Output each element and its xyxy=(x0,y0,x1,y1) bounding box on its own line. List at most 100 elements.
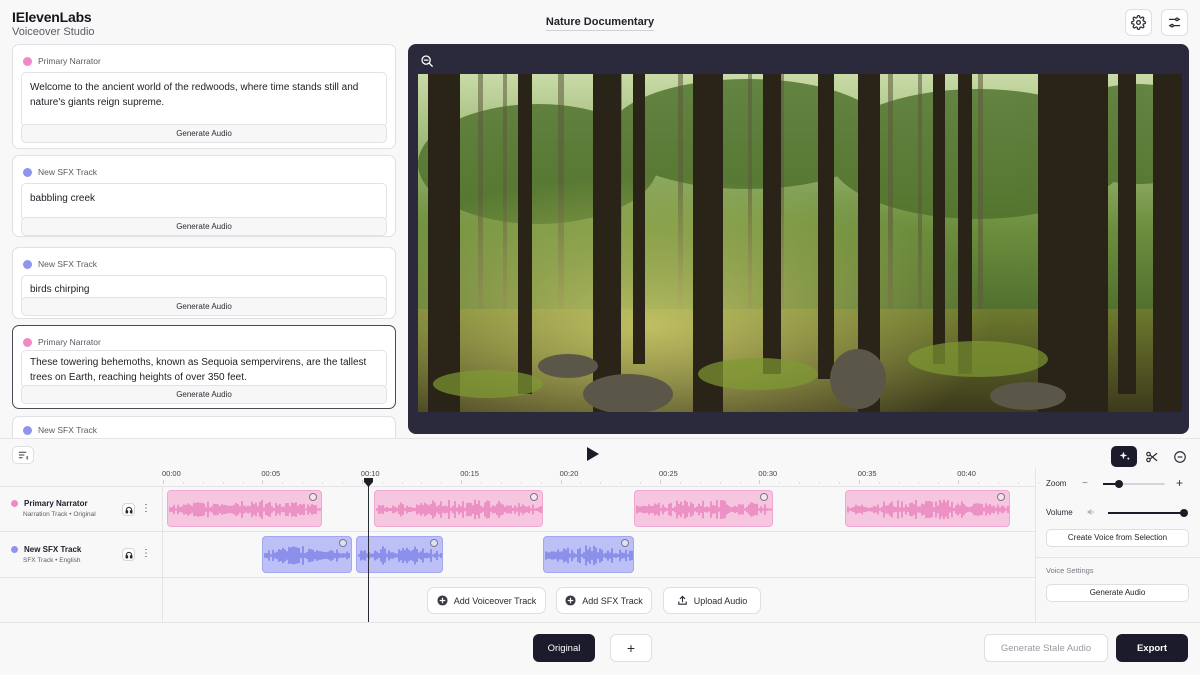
waveform xyxy=(847,499,1009,520)
track-header-narrator[interactable]: Primary Narrator Narration Track • Origi… xyxy=(11,499,96,518)
add-voiceover-label: Add Voiceover Track xyxy=(453,595,537,606)
script-text-field[interactable]: babbling creek xyxy=(21,183,387,221)
divider xyxy=(1035,557,1200,558)
volume-slider[interactable] xyxy=(1108,509,1188,517)
time-minor-tick xyxy=(520,482,522,484)
zoom-slider[interactable] xyxy=(1103,480,1165,488)
cut-tool-button[interactable] xyxy=(1139,446,1165,467)
track-header-sfx[interactable]: New SFX Track SFX Track • English xyxy=(11,545,81,564)
headphones-button[interactable] xyxy=(122,503,135,516)
generate-audio-button[interactable]: Generate Audio xyxy=(21,217,387,236)
play-button[interactable] xyxy=(585,446,600,467)
clip-refresh-icon[interactable] xyxy=(309,493,318,501)
time-tick-mark xyxy=(361,480,363,484)
track-color-dot xyxy=(23,337,32,347)
narrator-audio-clip[interactable] xyxy=(167,490,323,527)
mix-button[interactable] xyxy=(1161,9,1188,36)
add-version-button[interactable]: + xyxy=(610,634,652,662)
time-minor-tick xyxy=(819,482,821,484)
headphones-button[interactable] xyxy=(122,548,135,561)
generate-audio-button[interactable]: Generate Audio xyxy=(21,124,387,143)
zoom-out-button[interactable] xyxy=(420,54,434,73)
time-minor-tick xyxy=(322,482,324,484)
volume-slider-knob[interactable] xyxy=(1180,509,1188,517)
playhead[interactable] xyxy=(363,478,373,622)
export-button[interactable]: Export xyxy=(1116,634,1188,662)
time-minor-tick xyxy=(381,482,383,484)
waveform xyxy=(169,499,321,520)
time-minor-tick xyxy=(799,482,801,484)
card-track-name: New SFX Track xyxy=(38,167,98,177)
playhead-line xyxy=(367,484,369,622)
divider xyxy=(1035,468,1036,622)
clip-refresh-icon[interactable] xyxy=(338,539,347,547)
playhead-handle[interactable] xyxy=(363,478,373,487)
script-card-selected[interactable]: Primary Narrator These towering behemoth… xyxy=(12,325,396,409)
sfx-audio-clip[interactable] xyxy=(262,536,352,573)
create-voice-from-selection-button[interactable]: Create Voice from Selection xyxy=(1046,529,1189,547)
list-icon xyxy=(18,451,28,460)
track-menu-icon[interactable]: ⋮ xyxy=(141,503,151,515)
time-tick-mark xyxy=(660,480,661,484)
clip-refresh-icon[interactable] xyxy=(529,493,538,501)
script-card[interactable]: New SFX Track babbling creek Generate Au… xyxy=(12,155,396,237)
time-minor-tick xyxy=(421,482,423,484)
sfx-audio-clip[interactable] xyxy=(542,536,635,573)
time-tick-mark xyxy=(163,480,164,484)
original-button[interactable]: Original xyxy=(533,634,595,662)
waveform xyxy=(636,500,772,519)
narrator-audio-clip[interactable] xyxy=(373,490,543,527)
remove-tool-button[interactable] xyxy=(1167,446,1193,467)
time-minor-tick xyxy=(679,482,681,484)
volume-slider-fill xyxy=(1108,512,1186,514)
time-minor-tick xyxy=(640,482,642,484)
script-text-field[interactable]: Welcome to the ancient world of the redw… xyxy=(21,72,387,127)
sparkle-icon xyxy=(1119,451,1130,461)
settings-button[interactable] xyxy=(1125,9,1152,36)
generate-stale-audio-button[interactable]: Generate Stale Audio xyxy=(984,634,1108,662)
generate-audio-button[interactable]: Generate Audio xyxy=(21,385,387,404)
card-track-label: New SFX Track xyxy=(23,425,97,435)
upload-icon xyxy=(678,595,687,605)
clip-refresh-icon[interactable] xyxy=(996,493,1005,501)
gear-icon xyxy=(1131,15,1146,30)
zoom-minus-icon[interactable]: − xyxy=(1082,478,1088,489)
add-voiceover-track-button[interactable]: Add Voiceover Track xyxy=(427,587,546,614)
card-track-label: Primary Narrator xyxy=(23,337,101,347)
track-color-dot xyxy=(23,259,32,269)
divider xyxy=(0,486,1035,487)
minus-icon xyxy=(1174,450,1186,463)
upload-audio-button[interactable]: Upload Audio xyxy=(663,587,761,614)
project-title-text[interactable]: Nature Documentary xyxy=(545,16,655,31)
script-text-field[interactable]: These towering behemoths, known as Sequo… xyxy=(21,350,387,388)
track-menu-icon[interactable]: ⋮ xyxy=(141,548,151,560)
time-minor-tick xyxy=(401,482,403,484)
script-card[interactable]: Primary Narrator Welcome to the ancient … xyxy=(12,44,396,149)
play-icon xyxy=(587,447,599,461)
script-cards-panel[interactable]: Primary Narrator Welcome to the ancient … xyxy=(12,44,396,439)
timeline-toggle-button[interactable] xyxy=(12,446,34,464)
narrator-audio-clip[interactable] xyxy=(844,490,1010,527)
narrator-audio-clip[interactable] xyxy=(634,490,774,527)
time-tick-mark xyxy=(262,480,264,484)
track-name: Primary Narrator xyxy=(24,499,88,508)
time-minor-tick xyxy=(222,482,224,484)
magic-tool-button[interactable] xyxy=(1111,446,1137,467)
time-minor-tick xyxy=(600,482,602,484)
zoom-plus-icon[interactable]: + xyxy=(1176,476,1183,490)
headphones-icon xyxy=(125,551,132,558)
time-minor-tick xyxy=(540,482,542,484)
script-card[interactable]: New SFX Track xyxy=(12,416,396,439)
project-title[interactable]: Nature Documentary xyxy=(500,16,700,31)
script-card[interactable]: New SFX Track birds chirping Generate Au… xyxy=(12,247,396,319)
generate-audio-side-button[interactable]: Generate Audio xyxy=(1046,584,1189,602)
time-minor-tick xyxy=(302,482,304,484)
time-minor-tick xyxy=(779,482,781,484)
add-sfx-track-button[interactable]: Add SFX Track xyxy=(556,587,652,614)
time-tick-label: 00:05 xyxy=(261,469,281,478)
zoom-label: Zoom xyxy=(1046,479,1067,488)
divider xyxy=(162,486,163,622)
zoom-slider-knob[interactable] xyxy=(1115,480,1124,488)
generate-audio-button[interactable]: Generate Audio xyxy=(21,297,387,316)
time-tick-label: 00:35 xyxy=(857,469,877,478)
